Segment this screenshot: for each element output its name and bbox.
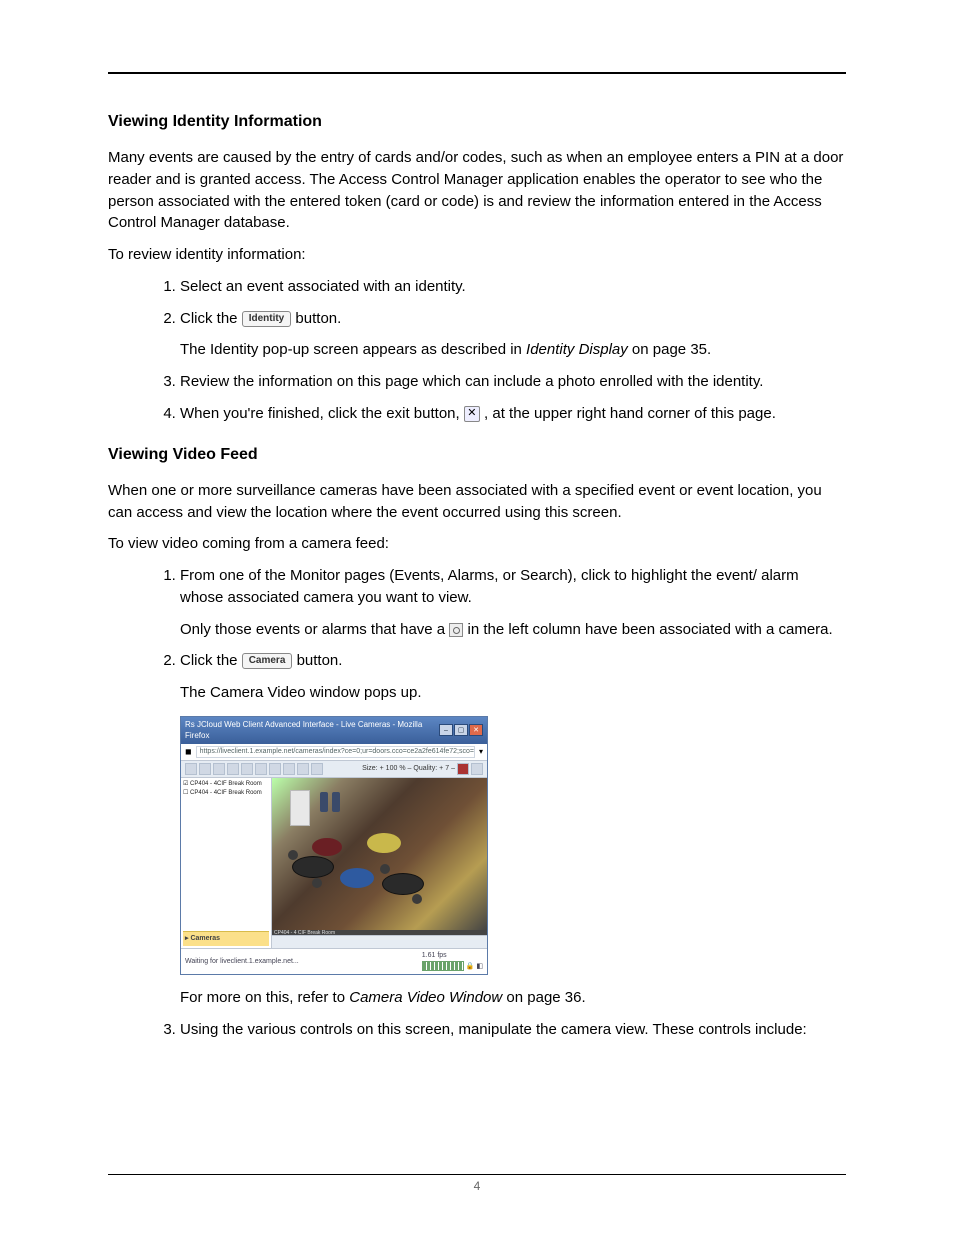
camera-record-icon [449,623,463,637]
para-intro-identity: Many events are caused by the entry of c… [108,147,846,234]
person-shape-1 [320,792,328,812]
status-square-icon: ◧ [476,963,483,970]
quality-label: Quality: + [413,764,443,774]
tool-layout3-icon [241,763,253,775]
page-number: 4 [0,1178,954,1195]
text-click-the: Click the [180,310,242,327]
window-min-icon: – [439,724,453,736]
note-identity-popup: The Identity pop-up screen appears as de… [180,339,846,361]
step-highlight-event: From one of the Monitor pages (Events, A… [180,565,846,640]
size-value: 100 [386,764,398,774]
tool-search-icon [199,763,211,775]
figure-video-panel: CP404 - 4 CIF Break Room [272,778,487,948]
video-feed-image [272,778,487,930]
window-close-icon: ✕ [469,724,483,736]
tool-full-icon [471,763,483,775]
note-text-a: The Identity pop-up screen appears as de… [180,341,526,358]
figure-titlebar: Rs JCloud Web Client Advanced Interface … [181,717,487,744]
note-cam-b: in the left column have been associated … [467,621,832,638]
status-left-text: Waiting for liveclient.1.example.net... [185,957,299,967]
para-intro-video: When one or more surveillance cameras ha… [108,480,846,524]
identity-button-icon: Identity [242,311,292,327]
figure-url-text: https://liveclient.1.example.net/cameras… [196,746,475,758]
step-manipulate-controls: Using the various controls on this scree… [180,1019,846,1041]
floor-tile-blue [340,868,374,888]
chair-shape-2 [312,878,322,888]
para-lead-identity: To review identity information: [108,244,846,266]
chair-shape-3 [380,864,390,874]
cameras-label: Cameras [190,935,220,942]
heading-viewing-video: Viewing Video Feed [108,443,846,466]
quality-value: 7 [445,764,449,774]
figure-addressbar: ◼ https://liveclient.1.example.net/camer… [181,744,487,761]
step-review-info: Review the information on this page whic… [180,371,846,393]
top-rule [108,72,846,74]
tool-layout7-icon [297,763,309,775]
camera-row-1: ☑ CP404 - 4CIF Break Room [183,780,269,789]
lock-icon: 🔒 [466,963,475,970]
text-exit-b: , at the upper right hand corner of this… [484,405,776,422]
tool-layout6-icon [283,763,295,775]
text-step1-video: From one of the Monitor pages (Events, A… [180,567,799,606]
progress-bar-icon [422,961,464,971]
chair-shape-4 [412,894,422,904]
tool-layout4-icon [255,763,267,775]
heading-viewing-identity: Viewing Identity Information [108,110,846,133]
figure-statusbar: Waiting for liveclient.1.example.net... … [181,948,487,974]
ref-text-b: on page 36. [502,989,585,1006]
step-click-camera: Click the Camera button. [180,650,846,672]
size-label: Size: + [362,764,384,774]
table-shape-1 [292,856,334,878]
tool-layout5-icon [269,763,281,775]
tool-layout2-icon [227,763,239,775]
ref-camera-video-window: For more on this, refer to Camera Video … [180,987,846,1009]
video-scrollbar [272,935,487,948]
addr-dropdown-icon: ▾ [479,746,483,758]
floor-tile-yellow [367,833,401,853]
window-max-icon: ▢ [454,724,468,736]
floor-tile-red [312,838,342,856]
bottom-rule [108,1174,846,1175]
text-click-camera-a: Click the [180,652,242,669]
camera-button-icon: Camera [242,653,293,669]
tool-layout8-icon [311,763,323,775]
camera-row-2: ☐ CP404 - 4CIF Break Room [183,789,269,798]
tool-layout1-icon [213,763,225,775]
note-text-b: on page 35. [628,341,711,358]
close-x-icon: ✕ [464,406,480,422]
figure-sidebar: ☑ CP404 - 4CIF Break Room ☐ CP404 - 4CIF… [181,778,272,948]
em-identity-display: Identity Display [526,341,628,358]
figure-title-text: Rs JCloud Web Client Advanced Interface … [185,719,439,742]
step-finished-exit: When you're finished, click the exit but… [180,403,846,425]
tool-grid-icon [185,763,197,775]
em-camera-video-window: Camera Video Window [349,989,502,1006]
tool-flag-icon [457,763,469,775]
person-shape-2 [332,792,340,812]
para-lead-video: To view video coming from a camera feed: [108,533,846,555]
step-select-event: Select an event associated with an ident… [180,276,846,298]
table-shape-2 [382,873,424,895]
note-cam-a: Only those events or alarms that have a [180,621,449,638]
status-fps: 1.61 fps [422,952,447,959]
text-click-camera-b: button. [297,652,343,669]
quality-tail: – [451,764,455,774]
note-camera-window-pops: The Camera Video window pops up. [180,682,846,704]
text-exit-a: When you're finished, click the exit but… [180,405,464,422]
fridge-shape [290,790,310,826]
text-button-suffix: button. [295,310,341,327]
cameras-panel-header: ▸ Cameras [183,931,269,946]
figure-camera-video-window: Rs JCloud Web Client Advanced Interface … [180,716,488,975]
size-unit: % – [399,764,411,774]
step-click-identity: Click the Identity button. The Identity … [180,308,846,362]
figure-toolbar: Size: + 100 % – Quality: + 7 – [181,761,487,778]
favicon-icon: ◼ [185,746,192,758]
note-camera-only: Only those events or alarms that have a … [180,619,846,641]
ref-text-a: For more on this, refer to [180,989,349,1006]
